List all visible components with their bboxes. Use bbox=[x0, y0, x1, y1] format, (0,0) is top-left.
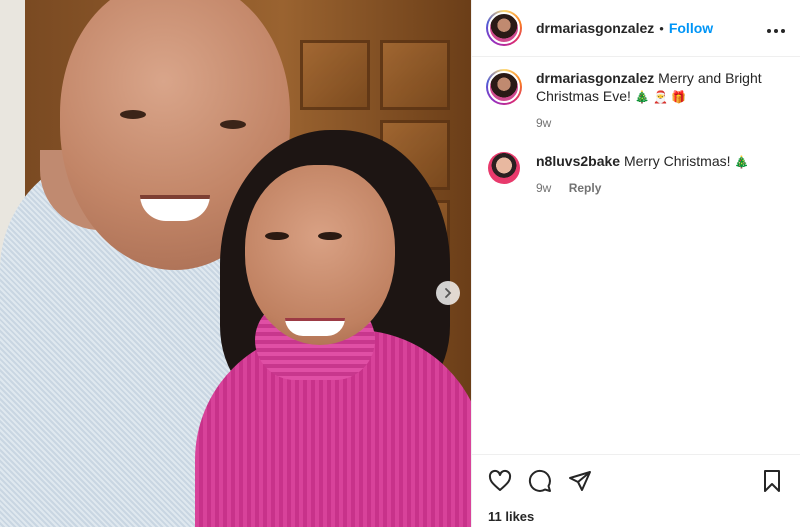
chevron-right-icon bbox=[445, 288, 452, 298]
caption-author-avatar[interactable] bbox=[486, 69, 522, 105]
comment-item: n8luvs2bake Merry Christmas! 🎄 9w Reply bbox=[472, 132, 800, 197]
commenter-avatar[interactable] bbox=[488, 152, 520, 184]
save-button[interactable] bbox=[760, 469, 784, 493]
door-panel bbox=[300, 40, 370, 110]
comment-username[interactable]: n8luvs2bake bbox=[536, 153, 620, 169]
man-eye bbox=[120, 110, 146, 119]
more-options-button[interactable] bbox=[766, 18, 786, 39]
send-icon bbox=[569, 470, 591, 491]
post-header: drmariasgonzalez • Follow bbox=[472, 0, 800, 57]
comment-text: Merry Christmas! bbox=[623, 153, 731, 169]
likes-count[interactable]: 11 likes bbox=[488, 509, 534, 524]
follow-button[interactable]: Follow bbox=[669, 20, 713, 36]
more-icon bbox=[767, 28, 785, 33]
action-bar bbox=[472, 454, 800, 506]
caption-emojis: 🎄 🎅 🎁 bbox=[634, 90, 687, 104]
door-panel bbox=[380, 40, 450, 110]
like-button[interactable] bbox=[488, 469, 512, 493]
woman-smile bbox=[285, 318, 345, 336]
comment-button[interactable] bbox=[528, 469, 552, 493]
woman-eye bbox=[265, 232, 289, 240]
woman-eye bbox=[318, 232, 342, 240]
comment-icon bbox=[528, 469, 551, 492]
caption: drmariasgonzalez Merry and Bright Christ… bbox=[472, 57, 800, 132]
author-avatar[interactable] bbox=[486, 10, 522, 46]
post-photo bbox=[0, 0, 471, 527]
comment-emojis: 🎄 bbox=[734, 155, 750, 169]
reply-button[interactable]: Reply bbox=[569, 181, 602, 195]
caption-body: drmariasgonzalez Merry and Bright Christ… bbox=[536, 69, 786, 132]
heart-icon bbox=[488, 469, 512, 491]
avatar-image bbox=[488, 12, 520, 44]
share-button[interactable] bbox=[568, 469, 592, 493]
man-eye bbox=[220, 120, 246, 129]
caption-meta: 9w bbox=[536, 114, 786, 132]
caption-time[interactable]: 9w bbox=[536, 116, 551, 130]
post-side-panel: drmariasgonzalez • Follow drmariasgonzal… bbox=[471, 0, 800, 527]
comment-time[interactable]: 9w bbox=[536, 181, 551, 195]
avatar-image bbox=[488, 71, 520, 103]
next-photo-button[interactable] bbox=[436, 281, 460, 305]
bookmark-icon bbox=[764, 469, 780, 492]
separator-dot: • bbox=[659, 20, 664, 36]
author-username[interactable]: drmariasgonzalez bbox=[536, 20, 654, 36]
caption-username[interactable]: drmariasgonzalez bbox=[536, 70, 654, 86]
comment-meta: 9w Reply bbox=[536, 179, 749, 197]
comment-body: n8luvs2bake Merry Christmas! 🎄 9w Reply bbox=[536, 152, 749, 197]
